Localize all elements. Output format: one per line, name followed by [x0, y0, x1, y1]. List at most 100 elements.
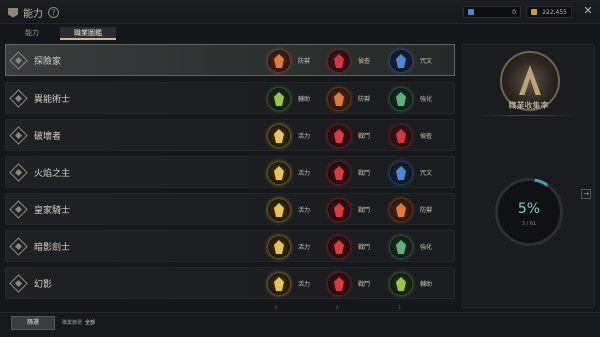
trait: 防禦 — [328, 87, 386, 111]
trait: 戰鬥 — [328, 124, 386, 148]
trait-label: 防禦 — [358, 96, 371, 103]
support-icon — [390, 273, 412, 295]
title-group: 能力 ? — [8, 5, 59, 20]
trait-label: 戰鬥 — [358, 244, 371, 251]
trait: 戰鬥 — [328, 235, 386, 259]
trait-label: 偵查 — [420, 133, 433, 140]
boost-icon — [390, 88, 412, 110]
defense-icon — [268, 50, 290, 72]
currency-gold: 222,455 — [526, 6, 572, 18]
spell-icon — [390, 50, 412, 72]
trait: 偵查 — [390, 124, 448, 148]
trait: 偵查 — [328, 49, 386, 73]
page-title: 能力 — [23, 9, 43, 20]
class-row[interactable]: 暗影劍士 活力 戰鬥 強化 — [5, 230, 455, 262]
divider — [477, 115, 580, 116]
class-emblem-icon — [9, 89, 28, 108]
filter-label: 職業篩選 — [62, 320, 83, 326]
trait-label: 偵查 — [358, 58, 371, 65]
trait: 活力 — [268, 161, 326, 185]
trait: 咒文 — [390, 49, 448, 73]
trait-label: 戰鬥 — [358, 133, 371, 140]
tab-class-codex[interactable]: 職業圖鑑 — [60, 27, 116, 40]
class-emblem-icon — [9, 200, 28, 219]
gold-icon — [531, 9, 537, 15]
vitality-icon — [268, 273, 290, 295]
footer-bar: 篩選 職業篩選 全部 — [0, 312, 600, 337]
combat-icon — [328, 125, 350, 147]
trait: 活力 — [268, 198, 326, 222]
spell-icon — [390, 162, 412, 184]
collection-count: 3 / 61 — [521, 221, 537, 227]
class-row[interactable]: 異能術士 輔助 防禦 強化 — [5, 82, 455, 114]
class-emblem-icon — [9, 274, 28, 293]
vitality-icon — [268, 199, 290, 221]
trait-label: 咒文 — [420, 58, 433, 65]
trait-label: 防禦 — [298, 58, 311, 65]
class-name: 異能術士 — [34, 95, 71, 105]
filter-button[interactable]: 篩選 — [11, 316, 55, 330]
class-name: 幻影 — [34, 280, 53, 290]
collection-progress-ring: 5% 3 / 61 — [495, 178, 563, 246]
class-list: 探險家 防禦 偵查 咒文 異能術士 輔助 防禦 強化 破壞者 活力 戰鬥 偵查 … — [5, 44, 457, 304]
trait-label: 活力 — [298, 244, 311, 251]
class-emblem-icon — [9, 163, 28, 182]
trait: 防禦 — [390, 198, 448, 222]
tab-bar: 能力 職業圖鑑 — [0, 24, 460, 42]
gem-icon — [468, 9, 474, 15]
trait: 活力 — [268, 235, 326, 259]
filter-value[interactable]: 全部 — [85, 319, 95, 326]
scout-icon — [328, 50, 350, 72]
trait-label: 強化 — [420, 244, 433, 251]
combat-icon — [328, 199, 350, 221]
class-emblem-icon — [9, 237, 28, 256]
trait: 活力 — [268, 124, 326, 148]
scout-icon — [390, 125, 412, 147]
count-label: 6 — [275, 305, 278, 310]
gem-value: 0 — [512, 8, 516, 16]
banner-icon — [8, 7, 18, 18]
collection-percent: 5% — [517, 201, 541, 217]
class-row[interactable]: 皇家騎士 活力 戰鬥 防禦 — [5, 193, 455, 225]
vitality-icon — [268, 125, 290, 147]
vitality-icon — [268, 162, 290, 184]
boost-icon — [390, 236, 412, 258]
currency-gems: 0 — [463, 6, 521, 18]
trait: 咒文 — [390, 161, 448, 185]
class-name: 暗影劍士 — [34, 243, 71, 253]
trait: 強化 — [390, 87, 448, 111]
expand-arrow-icon[interactable]: → — [581, 189, 591, 199]
class-name: 破壞者 — [34, 132, 62, 142]
trait-label: 戰鬥 — [358, 170, 371, 177]
trait: 活力 — [268, 272, 326, 296]
class-row[interactable]: 火焰之主 活力 戰鬥 咒文 — [5, 156, 455, 188]
close-icon[interactable]: ✕ — [582, 5, 594, 17]
class-emblem-icon — [9, 51, 28, 70]
trait-label: 強化 — [420, 96, 433, 103]
trait-label: 戰鬥 — [358, 281, 371, 288]
combat-icon — [328, 236, 350, 258]
gold-value: 222,455 — [542, 8, 567, 16]
trait-label: 輔助 — [420, 281, 433, 288]
vitality-icon — [268, 236, 290, 258]
trait-label: 活力 — [298, 170, 311, 177]
trait: 強化 — [390, 235, 448, 259]
trait-label: 輔助 — [298, 96, 311, 103]
help-icon[interactable]: ? — [48, 7, 59, 18]
trait-label: 活力 — [298, 207, 311, 214]
trait: 戰鬥 — [328, 198, 386, 222]
count-label: 3 — [398, 305, 401, 310]
trait-label: 戰鬥 — [358, 207, 371, 214]
class-row[interactable]: 破壞者 活力 戰鬥 偵查 — [5, 119, 455, 151]
class-row[interactable]: 幻影 活力 戰鬥 輔助 — [5, 267, 455, 299]
defense-icon — [390, 199, 412, 221]
collection-title: 職業收集率 — [508, 101, 549, 110]
support-icon — [268, 88, 290, 110]
tab-abilities[interactable]: 能力 — [12, 27, 52, 40]
trait-label: 活力 — [298, 281, 311, 288]
class-name: 探險家 — [34, 57, 62, 67]
collection-panel: 職業收集率 5% 3 / 61 → — [462, 44, 595, 308]
class-row[interactable]: 探險家 防禦 偵查 咒文 — [5, 44, 455, 76]
trait: 戰鬥 — [328, 272, 386, 296]
defense-icon — [328, 88, 350, 110]
